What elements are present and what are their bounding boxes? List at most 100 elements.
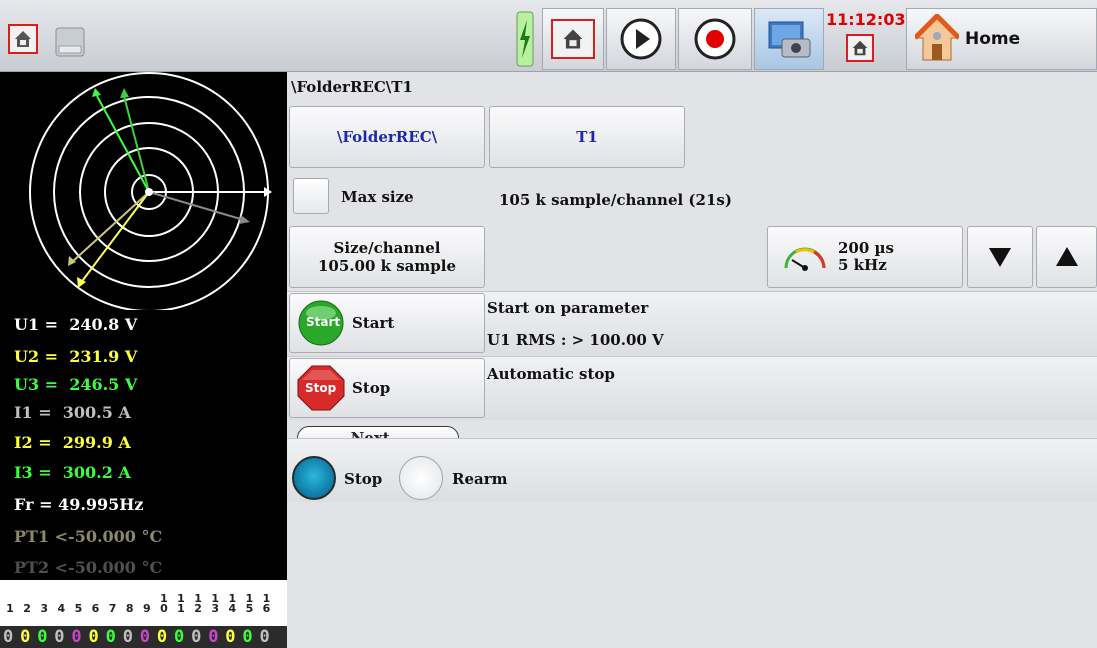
vector-diagram	[0, 72, 287, 310]
stop-radio-label: Stop	[344, 470, 383, 488]
increase-button[interactable]	[1036, 226, 1097, 288]
size-channel-button[interactable]: Size/channel 105.00 k sample	[289, 226, 485, 288]
u3-value: U3 = 246.5 V	[14, 375, 138, 394]
disk-icon[interactable]	[54, 24, 86, 60]
home-icon	[551, 19, 595, 59]
record-settings-panel: \FolderREC\T1 \FolderREC\ T1 Max size 10…	[287, 72, 1097, 648]
channel-number: 1 5	[245, 592, 254, 615]
u1-value: U1 = 240.8 V	[14, 315, 138, 334]
play-button[interactable]	[606, 8, 676, 70]
pt1-value: PT1 <-50.000 °C	[14, 527, 163, 546]
record-button[interactable]	[678, 8, 752, 70]
i1-vector	[148, 191, 245, 221]
channel-number: 1 6	[262, 592, 271, 615]
start-icon-text: Start	[306, 315, 341, 329]
channel-number: 1 1	[177, 592, 185, 615]
channel-number: 1 2	[194, 592, 202, 615]
sample-period: 200 µs	[838, 239, 894, 257]
u2-vector	[79, 191, 150, 285]
size-channel-line1: Size/channel	[333, 239, 441, 257]
channel-number: 1	[6, 602, 14, 615]
channel-number: 9	[142, 602, 151, 615]
channel-number: 8	[125, 602, 134, 615]
home-icon[interactable]	[846, 34, 874, 62]
i3-value: I3 = 300.2 A	[14, 463, 131, 482]
folder-button[interactable]: \FolderREC\	[289, 106, 485, 168]
rearm-radio-label: Rearm	[452, 470, 508, 488]
gauge-icon	[784, 247, 826, 271]
channel-state: 0	[105, 627, 116, 647]
channel-number: 2	[23, 602, 31, 615]
stop-label: Stop	[352, 379, 391, 397]
start-condition-value: U1 RMS : > 100.00 V	[487, 331, 664, 349]
channel-number: 4	[57, 602, 66, 615]
rearm-radio[interactable]	[399, 456, 443, 500]
stop-condition: Automatic stop	[487, 365, 615, 383]
channel-state: 0	[20, 627, 31, 647]
clock: 11:12:03	[826, 10, 906, 29]
channel-state: 0	[71, 627, 82, 647]
i2-vector	[71, 191, 150, 263]
triangle-up-icon	[1055, 247, 1078, 266]
stop-button[interactable]: Stop Stop	[289, 358, 485, 418]
channel-state: 0	[156, 627, 168, 647]
channel-number: 3	[40, 602, 49, 615]
start-button[interactable]: Start Start	[289, 293, 485, 353]
channel-number: 7	[108, 602, 117, 615]
u2-value: U2 = 231.9 V	[14, 347, 138, 366]
max-size-checkbox[interactable]	[293, 178, 329, 214]
sample-rate-button[interactable]: 200 µs 5 kHz	[767, 226, 963, 288]
channel-state: 0	[174, 627, 185, 647]
frequency-value: Fr = 49.995Hz	[14, 495, 144, 514]
i1-value: I1 = 300.5 A	[14, 403, 131, 422]
home-button[interactable]: Home	[906, 8, 1097, 70]
i2-value: I2 = 299.9 A	[14, 433, 131, 452]
u3-vector	[96, 95, 150, 193]
file-button[interactable]: T1	[489, 106, 685, 168]
home-icon[interactable]	[8, 24, 38, 54]
play-icon	[620, 18, 662, 60]
home-boxed-button[interactable]	[542, 8, 604, 70]
channel-states: 0000000000000000	[0, 626, 287, 648]
folder-button-label: \FolderREC\	[336, 128, 438, 146]
sample-frequency: 5 kHz	[838, 256, 887, 274]
max-size-label: Max size	[341, 188, 414, 206]
size-channel-line2: 105.00 k sample	[317, 257, 456, 275]
power-icon	[514, 10, 536, 68]
stop-radio[interactable]	[292, 456, 336, 500]
channel-state: 0	[3, 627, 14, 647]
channel-state: 0	[122, 627, 133, 647]
start-condition-title: Start on parameter	[487, 299, 649, 317]
logic-channels: 1234567891 01 11 21 31 41 51 6 000000000…	[0, 590, 287, 648]
measurement-panel: U1 = 240.8 V U2 = 231.9 V U3 = 246.5 V I…	[0, 72, 287, 580]
channel-number: 1 3	[211, 592, 220, 615]
channel-state: 0	[191, 627, 202, 647]
channel-number: 1 4	[228, 592, 237, 615]
channel-state: 0	[225, 627, 236, 647]
pt2-value: PT2 <-50.000 °C	[14, 558, 163, 577]
record-path: \FolderREC\T1	[291, 78, 413, 96]
screenshot-icon	[768, 21, 811, 58]
channel-state: 0	[88, 627, 99, 647]
start-label: Start	[352, 314, 395, 332]
triangle-down-icon	[989, 248, 1011, 267]
channel-number: 1 0	[160, 592, 168, 615]
sample-info: 105 k sample/channel (21s)	[499, 191, 732, 209]
stop-icon-text: Stop	[305, 381, 337, 395]
house-icon	[915, 14, 959, 61]
channel-number: 6	[91, 602, 100, 615]
channel-state: 0	[259, 627, 270, 647]
record-icon	[694, 18, 736, 60]
channel-number: 5	[74, 602, 83, 615]
channel-state: 0	[139, 627, 151, 647]
channel-state: 0	[54, 627, 65, 647]
home-label: Home	[965, 29, 1021, 49]
channel-state: 0	[208, 627, 219, 647]
decrease-button[interactable]	[967, 226, 1033, 288]
i3-vector	[123, 95, 150, 193]
channel-state: 0	[37, 627, 48, 647]
screenshot-button[interactable]	[754, 8, 824, 70]
toolbar: 11:12:03 Home	[0, 0, 1097, 72]
channel-state: 0	[242, 627, 253, 647]
file-button-label: T1	[576, 128, 598, 146]
